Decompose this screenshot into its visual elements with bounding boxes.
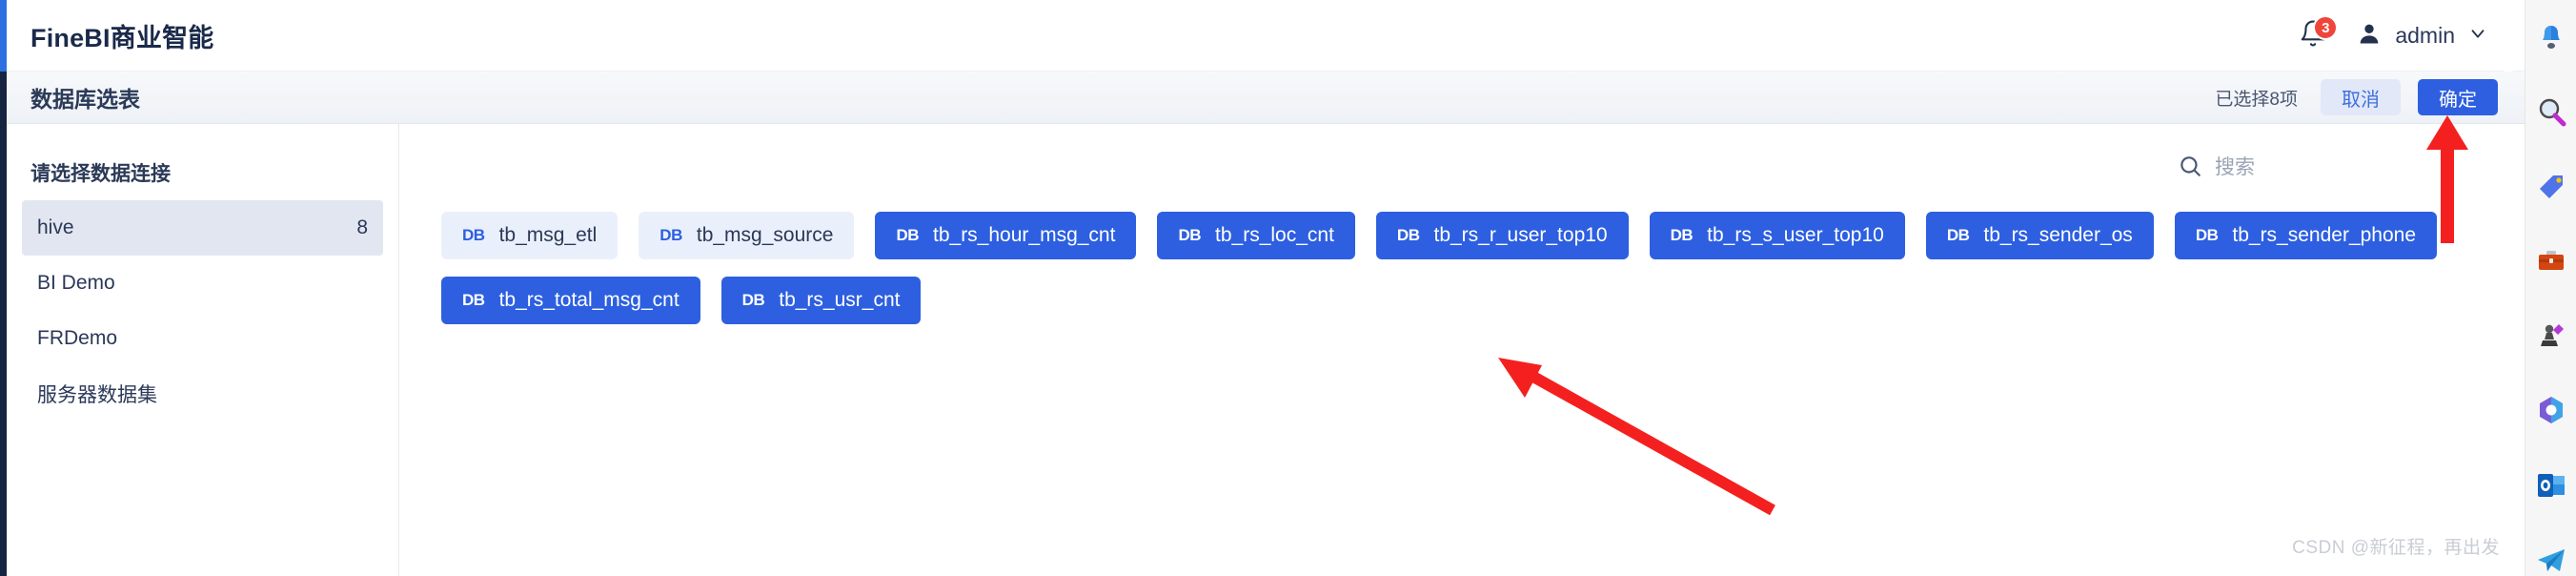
db-tag-icon: DB xyxy=(1670,226,1694,244)
connection-item[interactable]: BI Demo xyxy=(22,256,383,311)
connection-item-label: BI Demo xyxy=(37,272,115,294)
db-tag-icon: DB xyxy=(741,291,765,309)
user-name-label: admin xyxy=(2395,22,2455,48)
table-chip[interactable]: DB tb_rs_sender_os xyxy=(1925,212,2154,259)
app-header: FineBI商业智能 3 admin xyxy=(7,0,2525,72)
table-chip-label: tb_msg_etl xyxy=(498,224,598,246)
db-tag-icon: DB xyxy=(1396,226,1420,244)
table-chip-label: tb_rs_total_msg_cnt xyxy=(498,289,679,311)
notifications-button[interactable]: 3 xyxy=(2297,15,2339,53)
table-chip[interactable]: DB tb_msg_source xyxy=(639,212,855,259)
table-chip[interactable]: DB tb_rs_s_user_top10 xyxy=(1649,212,1905,259)
db-tag-icon: DB xyxy=(1946,226,1970,244)
tables-panel: DB tb_msg_etl DB tb_msg_source DB tb_rs_hour_… xyxy=(399,124,2525,576)
user-avatar-icon xyxy=(2356,20,2383,51)
table-chip-label: tb_rs_loc_cnt xyxy=(1215,224,1334,246)
user-menu-button[interactable]: admin xyxy=(2356,20,2488,51)
connection-sidebar: 请选择数据连接 hive 8 BI Demo FRDemo 服务器数据集 xyxy=(7,124,399,576)
connection-item[interactable]: FRDemo xyxy=(22,311,383,366)
table-chip[interactable]: DB tb_rs_loc_cnt xyxy=(1157,212,1355,259)
telegram-icon[interactable] xyxy=(2533,544,2569,576)
chess-pawn-icon[interactable] xyxy=(2533,319,2569,352)
tag-icon[interactable] xyxy=(2533,171,2569,203)
dialog-header-actions: 已选择8项 取消 确定 xyxy=(2215,79,2498,115)
dialog-body: 请选择数据连接 hive 8 BI Demo FRDemo 服务器数据集 搜索 … xyxy=(7,124,2525,576)
office-icon[interactable] xyxy=(2533,394,2569,426)
briefcase-icon[interactable] xyxy=(2533,245,2569,278)
db-tag-icon: DB xyxy=(659,226,682,244)
search-row xyxy=(441,124,2483,212)
db-tag-icon: DB xyxy=(896,226,919,244)
window-rail-dark xyxy=(0,72,7,576)
dialog-title: 数据库选表 xyxy=(30,87,140,112)
table-chip[interactable]: DB tb_rs_total_msg_cnt xyxy=(441,277,700,324)
selected-count-label: 已选择8项 xyxy=(2215,89,2298,110)
connection-item-label: hive xyxy=(37,216,74,238)
search-input[interactable] xyxy=(2215,156,2483,179)
connection-item[interactable]: 服务器数据集 xyxy=(22,366,383,422)
table-chip[interactable]: DB tb_msg_etl xyxy=(441,212,619,259)
db-tag-icon: DB xyxy=(2195,226,2219,244)
header-actions: 3 admin xyxy=(2297,15,2488,53)
table-chip-label: tb_rs_hour_msg_cnt xyxy=(933,224,1116,246)
table-chip-list: DB tb_msg_etl DB tb_msg_source DB tb_rs_hour_… xyxy=(441,212,2483,324)
db-tag-icon: DB xyxy=(462,226,485,244)
chevron-down-icon xyxy=(2467,23,2488,49)
connection-item[interactable]: hive 8 xyxy=(22,200,383,256)
table-chip[interactable]: DB tb_rs_r_user_top10 xyxy=(1375,212,1629,259)
table-chip-label: tb_rs_s_user_top10 xyxy=(1707,224,1884,246)
window-corner-notch xyxy=(2504,0,2525,72)
app-root: FineBI商业智能 3 admin 数据库选表 已选择8项 取消 确定 请选择… xyxy=(0,0,2576,576)
connection-item-label: FRDemo xyxy=(37,327,118,349)
window-rail-accent xyxy=(0,0,7,72)
table-chip-label: tb_rs_r_user_top10 xyxy=(1433,224,1608,246)
connection-item-count: 8 xyxy=(356,216,368,238)
table-chip[interactable]: DB tb_rs_hour_msg_cnt xyxy=(875,212,1137,259)
table-chip-label: tb_rs_usr_cnt xyxy=(779,289,901,311)
table-chip-label: tb_msg_source xyxy=(696,224,834,246)
search-box[interactable] xyxy=(2178,148,2483,188)
table-chip-label: tb_rs_sender_phone xyxy=(2232,224,2417,246)
connection-item-label: 服务器数据集 xyxy=(37,384,157,406)
select-tables-dialog: 数据库选表 已选择8项 取消 确定 请选择数据连接 hive 8 BI Demo FR… xyxy=(7,72,2525,576)
table-chip-label: tb_rs_sender_os xyxy=(1983,224,2133,246)
notification-badge: 3 xyxy=(2313,15,2339,40)
db-tag-icon: DB xyxy=(462,291,485,309)
search-icon xyxy=(2178,154,2202,183)
dialog-header: 数据库选表 已选择8项 取消 确定 xyxy=(7,72,2525,124)
table-chip[interactable]: DB tb_rs_sender_phone xyxy=(2174,212,2438,259)
outlook-icon[interactable] xyxy=(2533,469,2569,502)
db-tag-icon: DB xyxy=(1178,226,1202,244)
watermark-label: CSDN @新征程，再出发 xyxy=(2292,538,2500,558)
app-brand-title: FineBI商业智能 xyxy=(30,23,214,52)
search-icon[interactable] xyxy=(2533,95,2569,128)
bell-icon[interactable] xyxy=(2533,21,2569,53)
connection-sidebar-title: 请选择数据连接 xyxy=(30,163,171,185)
confirm-button[interactable]: 确定 xyxy=(2418,79,2498,115)
cancel-button[interactable]: 取消 xyxy=(2321,79,2401,115)
connection-list: hive 8 BI Demo FRDemo 服务器数据集 xyxy=(7,200,398,422)
table-chip[interactable]: DB tb_rs_usr_cnt xyxy=(720,277,922,324)
desktop-icon-strip xyxy=(2525,0,2576,576)
